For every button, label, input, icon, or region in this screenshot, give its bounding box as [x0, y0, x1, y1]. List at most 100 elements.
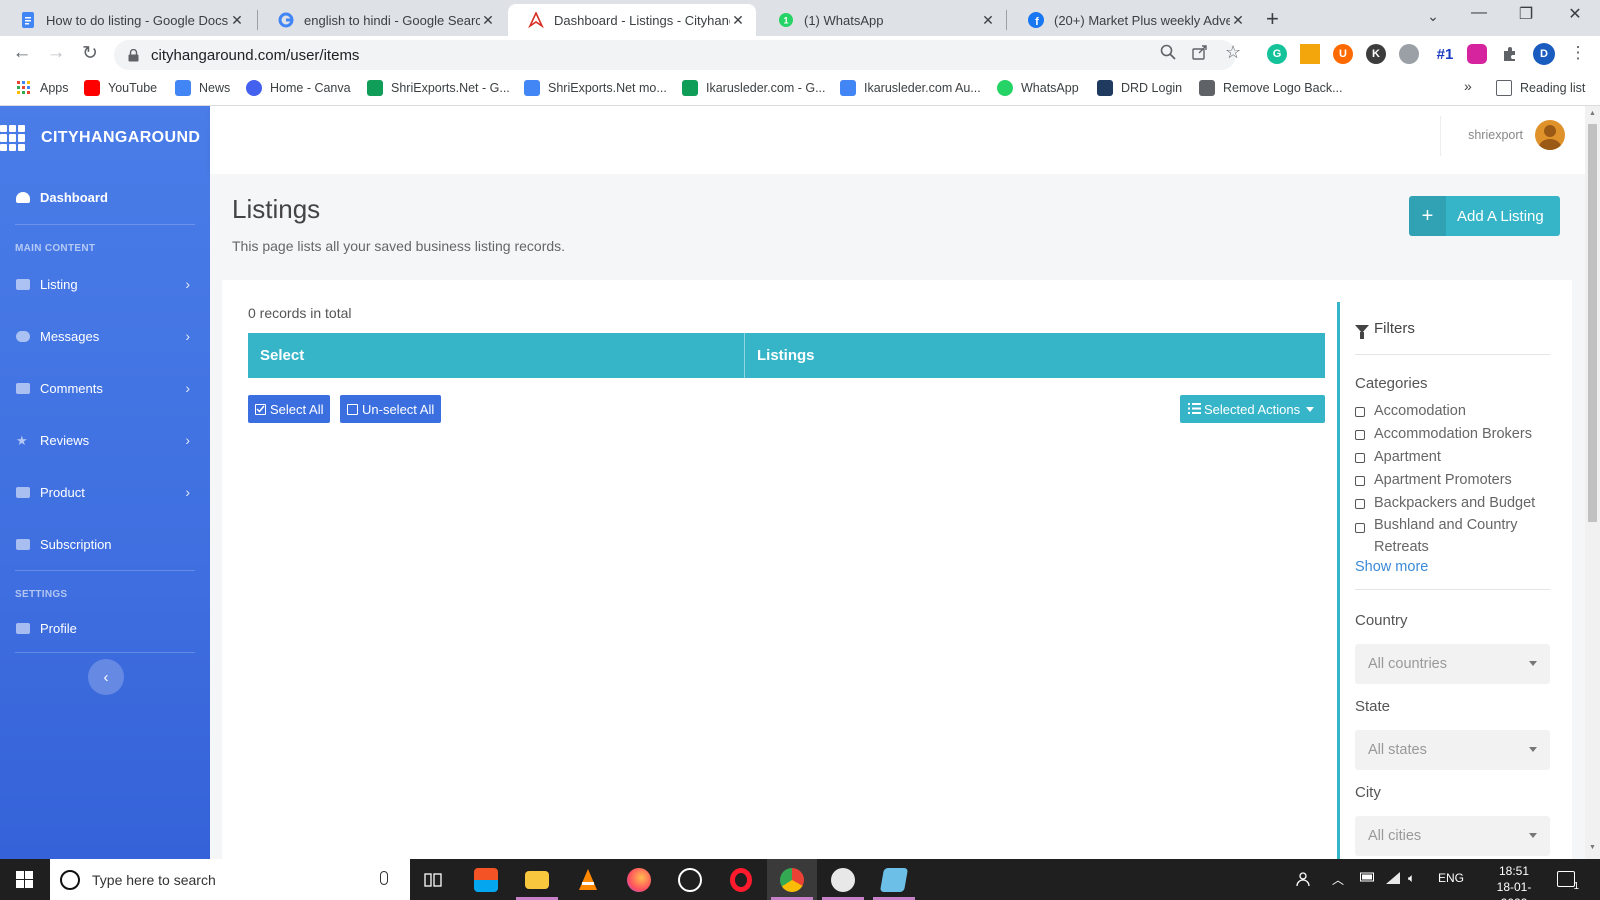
tab-search-icon[interactable]: ⌄ — [1410, 8, 1456, 25]
scroll-up-arrow-icon[interactable]: ▲ — [1589, 110, 1596, 117]
chrome-icon[interactable] — [767, 859, 817, 900]
microsoft-store-icon[interactable] — [461, 859, 511, 900]
taskbar-clock[interactable]: 18:51 18-01-2022 — [1486, 863, 1542, 900]
state-select[interactable]: All states — [1355, 730, 1550, 770]
sidebar-item-label: Reviews — [40, 432, 90, 448]
extension-icon[interactable] — [1300, 44, 1320, 64]
forward-button[interactable]: → — [44, 42, 68, 64]
bookmark-shriexports-sheet[interactable]: ShriExports.Net - G... — [367, 80, 510, 96]
category-checkbox[interactable]: Apartment Promoters — [1355, 472, 1512, 488]
notepad-icon[interactable] — [869, 859, 919, 900]
bookmark-youtube[interactable]: YouTube — [84, 80, 157, 96]
task-view-icon[interactable] — [408, 859, 458, 900]
close-tab-icon[interactable]: ✕ — [229, 12, 245, 29]
minimize-button[interactable]: — — [1456, 4, 1502, 22]
vlc-icon[interactable] — [563, 859, 613, 900]
scroll-down-arrow-icon[interactable]: ▼ — [1589, 844, 1596, 851]
category-label: Accommodation Brokers — [1374, 426, 1532, 442]
maximize-button[interactable]: ❐ — [1503, 4, 1549, 24]
clock-date: 18-01-2022 — [1496, 880, 1532, 900]
microphone-icon[interactable] — [380, 871, 388, 885]
grammarly-extension-icon[interactable]: G — [1267, 44, 1287, 64]
close-window-button[interactable]: ✕ — [1552, 4, 1598, 24]
opera-icon[interactable] — [716, 859, 766, 900]
language-indicator[interactable]: ENG — [1438, 871, 1464, 885]
firefox-icon[interactable] — [614, 859, 664, 900]
bookmark-ikarusleder-doc[interactable]: Ikarusleder.com Au... — [840, 80, 981, 96]
volume-icon[interactable]: 🔈︎ — [1408, 871, 1415, 886]
notifications-icon[interactable]: 1 — [1557, 871, 1579, 892]
extension-icon[interactable]: K — [1366, 44, 1386, 64]
category-checkbox[interactable]: Accomodation — [1355, 403, 1466, 419]
sidebar-item-product[interactable]: Product › — [0, 466, 210, 518]
close-tab-icon[interactable]: ✕ — [480, 12, 496, 29]
scrollbar-thumb[interactable] — [1588, 124, 1597, 522]
extension-icon[interactable]: U — [1333, 44, 1353, 64]
extension-icon[interactable] — [1467, 44, 1487, 64]
bookmark-ikarusleder-sheet[interactable]: Ikarusleder.com - G... — [682, 80, 825, 96]
category-checkbox[interactable]: Bushland and Country Retreats — [1355, 517, 1545, 558]
sidebar-item-dashboard[interactable]: Dashboard — [0, 170, 210, 224]
profile-avatar[interactable]: D — [1533, 43, 1555, 65]
close-tab-icon[interactable]: ✕ — [730, 12, 746, 29]
bookmark-news[interactable]: News — [175, 80, 230, 96]
people-icon[interactable] — [1296, 871, 1312, 890]
brand[interactable]: CITYHANGAROUND — [0, 106, 210, 170]
country-select[interactable]: All countries — [1355, 644, 1550, 684]
close-tab-icon[interactable]: ✕ — [980, 12, 996, 29]
shield-extension-icon[interactable] — [1399, 44, 1419, 64]
sidebar-item-reviews[interactable]: ★ Reviews › — [0, 414, 210, 466]
show-hidden-icons[interactable]: ︿ — [1332, 871, 1344, 888]
taskbar-search-box[interactable]: Type here to search — [50, 859, 410, 900]
new-tab-button[interactable]: + — [1266, 6, 1279, 32]
category-checkbox[interactable]: Backpackers and Budget — [1355, 495, 1535, 511]
selected-actions-dropdown[interactable]: Selected Actions — [1180, 395, 1325, 423]
sidebar-item-messages[interactable]: Messages › — [0, 310, 210, 362]
page-scrollbar[interactable]: ▲ ▼ — [1585, 106, 1600, 859]
browser-tab[interactable]: f (20+) Market Plus weekly Adverti ✕ — [1008, 4, 1256, 36]
bookmark-remove-logo[interactable]: Remove Logo Back... — [1199, 80, 1343, 96]
bookmark-star-icon[interactable]: ☆ — [1225, 42, 1241, 63]
bookmark-apps[interactable]: Apps — [16, 80, 69, 96]
file-explorer-icon[interactable] — [512, 859, 562, 900]
category-checkbox[interactable]: Accommodation Brokers — [1355, 426, 1532, 442]
browser-tab[interactable]: english to hindi - Google Search ✕ — [258, 4, 506, 36]
zoom-icon[interactable] — [1160, 44, 1176, 65]
select-all-button[interactable]: Select All — [248, 395, 331, 423]
browser-tab-active[interactable]: Dashboard - Listings - Cityhanga ✕ — [508, 4, 756, 36]
paint-icon[interactable] — [818, 859, 868, 900]
menu-kebab-icon[interactable]: ⋮ — [1566, 43, 1590, 63]
unselect-all-button[interactable]: Un-select All — [340, 395, 442, 423]
windows-start-icon[interactable] — [16, 871, 33, 888]
address-bar[interactable]: cityhangaround.com/user/items — [114, 40, 1236, 70]
bookmark-shriexports-doc[interactable]: ShriExports.Net mo... — [524, 80, 667, 96]
reading-list-button[interactable]: Reading list — [1496, 80, 1585, 96]
add-listing-button[interactable]: + Add A Listing — [1409, 196, 1560, 236]
back-button[interactable]: ← — [10, 42, 34, 64]
browser-tab[interactable]: How to do listing - Google Docs ✕ — [0, 4, 255, 36]
category-checkbox[interactable]: Apartment — [1355, 449, 1441, 465]
bookmark-drd-login[interactable]: DRD Login — [1097, 80, 1182, 96]
close-tab-icon[interactable]: ✕ — [1230, 12, 1246, 29]
checkbox-icon — [1355, 476, 1365, 486]
browser-tab[interactable]: 1 (1) WhatsApp ✕ — [758, 4, 1006, 36]
puzzle-icon[interactable] — [1500, 44, 1520, 64]
battery-icon[interactable] — [1360, 871, 1376, 885]
bookmark-canva[interactable]: Home - Canva — [246, 80, 351, 96]
sidebar-item-listing[interactable]: Listing › — [0, 258, 210, 310]
whatsapp-taskbar-icon[interactable] — [665, 859, 715, 900]
sidebar-item-comments[interactable]: Comments › — [0, 362, 210, 414]
share-icon[interactable] — [1192, 44, 1208, 65]
show-more-link[interactable]: Show more — [1355, 559, 1428, 575]
sidebar-item-profile[interactable]: Profile — [0, 604, 210, 652]
sidebar-item-subscription[interactable]: Subscription — [0, 518, 210, 570]
checkbox-icon — [1355, 430, 1365, 440]
reload-button[interactable]: ↻ — [78, 42, 102, 65]
extension-icon[interactable]: #1 — [1432, 44, 1458, 64]
wifi-icon[interactable] — [1385, 871, 1401, 888]
city-select[interactable]: All cities — [1355, 816, 1550, 856]
user-menu[interactable]: shriexport — [1440, 116, 1565, 156]
sidebar-collapse-button[interactable]: ‹ — [88, 659, 124, 695]
bookmarks-overflow-button[interactable]: » — [1464, 78, 1472, 94]
bookmark-whatsapp[interactable]: WhatsApp — [997, 80, 1079, 96]
